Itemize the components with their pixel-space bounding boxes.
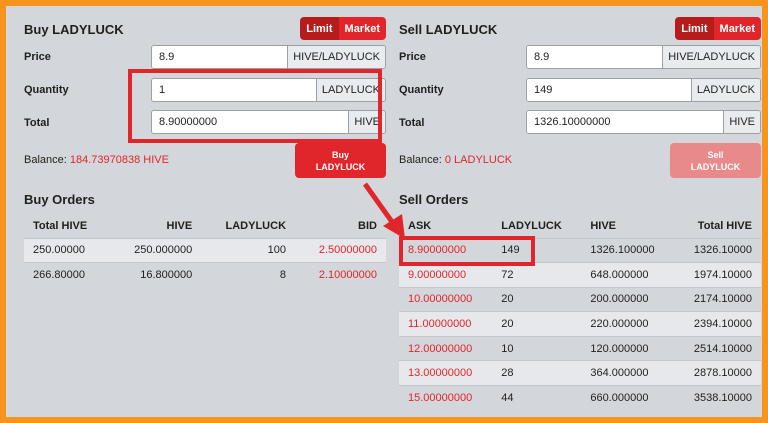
- total-hive-cell: 2174.10000: [674, 286, 761, 312]
- buy-orders-table: Total HIVE HIVE LADYLUCK BID 250.00000 2…: [24, 214, 386, 288]
- arrow-annotation-icon: [362, 182, 405, 239]
- sell-title: Sell LADYLUCK: [399, 22, 498, 37]
- ladyluck-cell: 72: [492, 262, 582, 288]
- total-hive-cell: 1326.10000: [674, 237, 761, 263]
- total-hive-cell: 3538.10000: [674, 385, 761, 411]
- ladyluck-cell: 100: [201, 237, 296, 263]
- buy-market-button[interactable]: Market: [338, 17, 386, 40]
- hive-cell: 364.000000: [581, 360, 675, 386]
- total-hive-cell: 1974.10000: [674, 262, 761, 288]
- table-row[interactable]: 11.00000000 20 220.000000 2394.10000: [399, 311, 761, 337]
- sell-button-line1: Sell: [707, 149, 724, 160]
- sell-total-unit: HIVE: [723, 111, 760, 133]
- buy-total-label: Total: [24, 117, 50, 129]
- ladyluck-cell: 28: [492, 360, 582, 386]
- sell-quantity-unit: LADYLUCK: [690, 79, 760, 101]
- hive-cell: 120.000000: [581, 335, 675, 361]
- buy-button-line2: LADYLUCK: [315, 161, 366, 172]
- column-header: Total HIVE: [33, 219, 88, 232]
- sell-button[interactable]: Sell LADYLUCK: [670, 143, 761, 178]
- ladyluck-cell: 20: [492, 311, 582, 337]
- hive-cell: 200.000000: [581, 286, 675, 312]
- total-hive-cell: 2514.10000: [674, 335, 761, 361]
- ladyluck-cell: 10: [492, 335, 582, 361]
- table-row[interactable]: 10.00000000 20 200.000000 2174.10000: [399, 286, 761, 312]
- exchange-frame: Buy LADYLUCK Limit Market Price HIVE/LAD…: [6, 6, 762, 417]
- ask-cell[interactable]: 13.00000000: [399, 360, 493, 386]
- sell-price-input[interactable]: [527, 46, 663, 68]
- ladyluck-cell: 44: [492, 385, 582, 411]
- hive-cell: 220.000000: [581, 311, 675, 337]
- sell-quantity-input[interactable]: [527, 79, 691, 101]
- sell-market-button[interactable]: Market: [713, 17, 761, 40]
- hive-cell: 648.000000: [581, 262, 675, 288]
- ask-cell[interactable]: 11.00000000: [399, 311, 493, 337]
- table-row[interactable]: 266.80000 16.800000 8 2.10000000: [24, 262, 386, 288]
- sell-quantity-label: Quantity: [399, 84, 444, 96]
- ask-cell[interactable]: 15.00000000: [399, 385, 493, 411]
- table-row[interactable]: 9.00000000 72 648.000000 1974.10000: [399, 262, 761, 288]
- total-hive-cell: 266.80000: [24, 262, 111, 288]
- ladyluck-cell: 8: [201, 262, 296, 288]
- hive-cell: 1326.100000: [581, 237, 675, 263]
- hive-cell: 660.000000: [581, 385, 675, 411]
- table-row[interactable]: 13.00000000 28 364.000000 2878.10000: [399, 360, 761, 386]
- sell-button-line2: LADYLUCK: [690, 161, 741, 172]
- buy-order-type-toggle: Limit Market: [300, 17, 386, 40]
- sell-price-unit: HIVE/LADYLUCK: [662, 46, 760, 68]
- buy-quantity-label: Quantity: [24, 84, 69, 96]
- buy-balance-value[interactable]: 184.73970838 HIVE: [70, 154, 169, 166]
- sell-price-label: Price: [399, 51, 426, 63]
- hive-cell: 250.000000: [110, 237, 202, 263]
- column-header: HIVE: [166, 219, 193, 232]
- column-header: Total HIVE: [697, 219, 752, 232]
- buy-price-label: Price: [24, 51, 51, 63]
- sell-order-type-toggle: Limit Market: [675, 17, 761, 40]
- column-header: LADYLUCK: [501, 219, 562, 232]
- column-header: LADYLUCK: [225, 219, 287, 232]
- highlight-box-buy-fields: [128, 69, 382, 143]
- buy-balance: Balance: 184.73970838 HIVE: [24, 154, 169, 166]
- ask-cell[interactable]: 10.00000000: [399, 286, 493, 312]
- table-header-row: ASK LADYLUCK HIVE Total HIVE: [399, 214, 761, 238]
- total-hive-cell: 2878.10000: [674, 360, 761, 386]
- buy-price-field: HIVE/LADYLUCK: [151, 45, 386, 69]
- table-row[interactable]: 250.00000 250.000000 100 2.50000000: [24, 237, 386, 263]
- table-row[interactable]: 15.00000000 44 660.000000 3538.10000: [399, 385, 761, 411]
- sell-total-field: HIVE: [526, 110, 761, 134]
- hive-cell: 16.800000: [110, 262, 202, 288]
- column-header: ASK: [408, 219, 432, 232]
- buy-price-unit: HIVE/LADYLUCK: [287, 46, 385, 68]
- buy-price-input[interactable]: [152, 46, 288, 68]
- table-header-row: Total HIVE HIVE LADYLUCK BID: [24, 214, 386, 238]
- ladyluck-cell: 20: [492, 286, 582, 312]
- buy-orders-title: Buy Orders: [24, 192, 95, 207]
- table-row[interactable]: 12.00000000 10 120.000000 2514.10000: [399, 335, 761, 361]
- column-header: HIVE: [590, 219, 617, 232]
- total-hive-cell: 250.00000: [24, 237, 111, 263]
- sell-limit-button[interactable]: Limit: [675, 17, 714, 40]
- sell-balance: Balance: 0 LADYLUCK: [399, 154, 512, 166]
- buy-title: Buy LADYLUCK: [24, 22, 124, 37]
- total-hive-cell: 2394.10000: [674, 311, 761, 337]
- buy-balance-label: Balance:: [24, 154, 67, 166]
- ask-cell[interactable]: 12.00000000: [399, 335, 493, 361]
- ask-cell[interactable]: 9.00000000: [399, 262, 493, 288]
- buy-button-line1: Buy: [331, 149, 349, 160]
- sell-total-input[interactable]: [527, 111, 724, 133]
- highlight-box-best-ask: [399, 236, 535, 266]
- sell-total-label: Total: [399, 117, 425, 129]
- buy-button[interactable]: Buy LADYLUCK: [295, 143, 386, 178]
- sell-balance-value[interactable]: 0 LADYLUCK: [445, 154, 512, 166]
- buy-limit-button[interactable]: Limit: [300, 17, 339, 40]
- sell-price-field: HIVE/LADYLUCK: [526, 45, 761, 69]
- sell-balance-label: Balance:: [399, 154, 442, 166]
- sell-quantity-field: LADYLUCK: [526, 78, 761, 102]
- bid-cell[interactable]: 2.10000000: [295, 262, 386, 288]
